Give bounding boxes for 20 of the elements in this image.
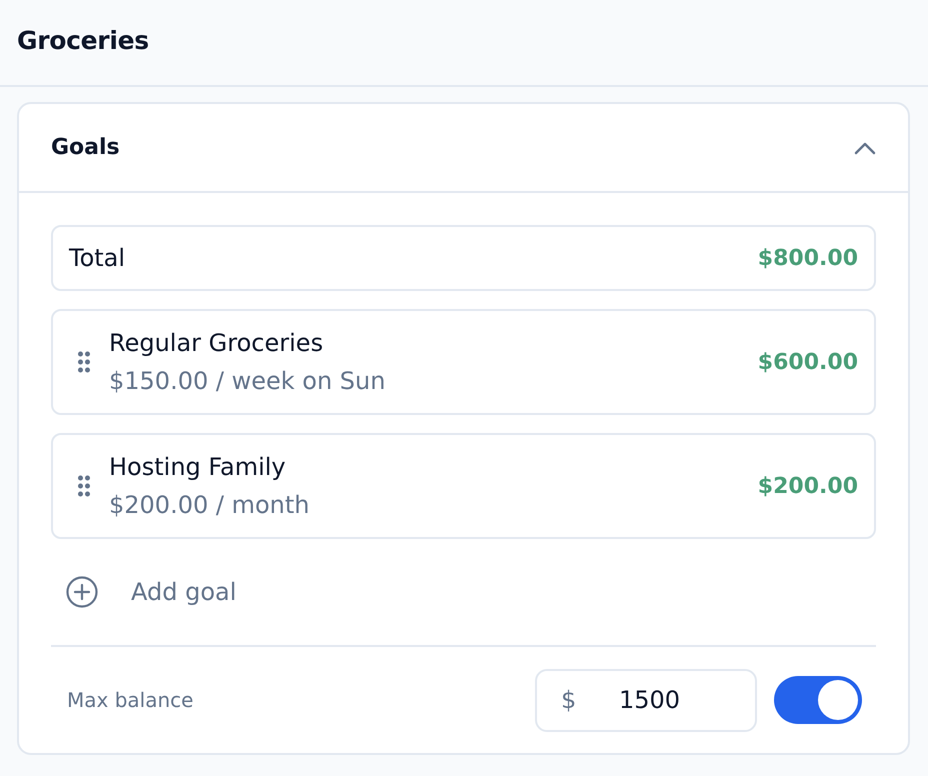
goal-row[interactable]: Hosting Family $200.00 / month $200.00	[51, 433, 876, 539]
plus-circle-icon	[66, 576, 98, 608]
goal-row[interactable]: Regular Groceries $150.00 / week on Sun $600.00	[51, 309, 876, 415]
toggle-switch[interactable]	[774, 676, 862, 724]
drag-handle-icon[interactable]	[78, 475, 90, 497]
goal-name: Hosting Family	[109, 453, 286, 481]
add-goal-button[interactable]: Add goal	[51, 571, 236, 613]
currency-symbol: $	[561, 686, 576, 714]
goal-schedule: $200.00 / month	[109, 491, 310, 519]
chevron-up-icon[interactable]	[854, 140, 876, 154]
section-title: Goals	[51, 135, 120, 160]
goal-amount: $200.00	[758, 474, 858, 498]
total-label: Total	[69, 244, 126, 272]
total-amount: $800.00	[758, 246, 858, 270]
max-balance-label: Max balance	[67, 688, 194, 712]
goal-amount: $600.00	[758, 350, 858, 374]
goal-schedule: $150.00 / week on Sun	[109, 367, 386, 395]
goal-name: Regular Groceries	[109, 329, 324, 357]
drag-handle-icon[interactable]	[78, 351, 90, 373]
page-title: Groceries	[17, 26, 149, 55]
